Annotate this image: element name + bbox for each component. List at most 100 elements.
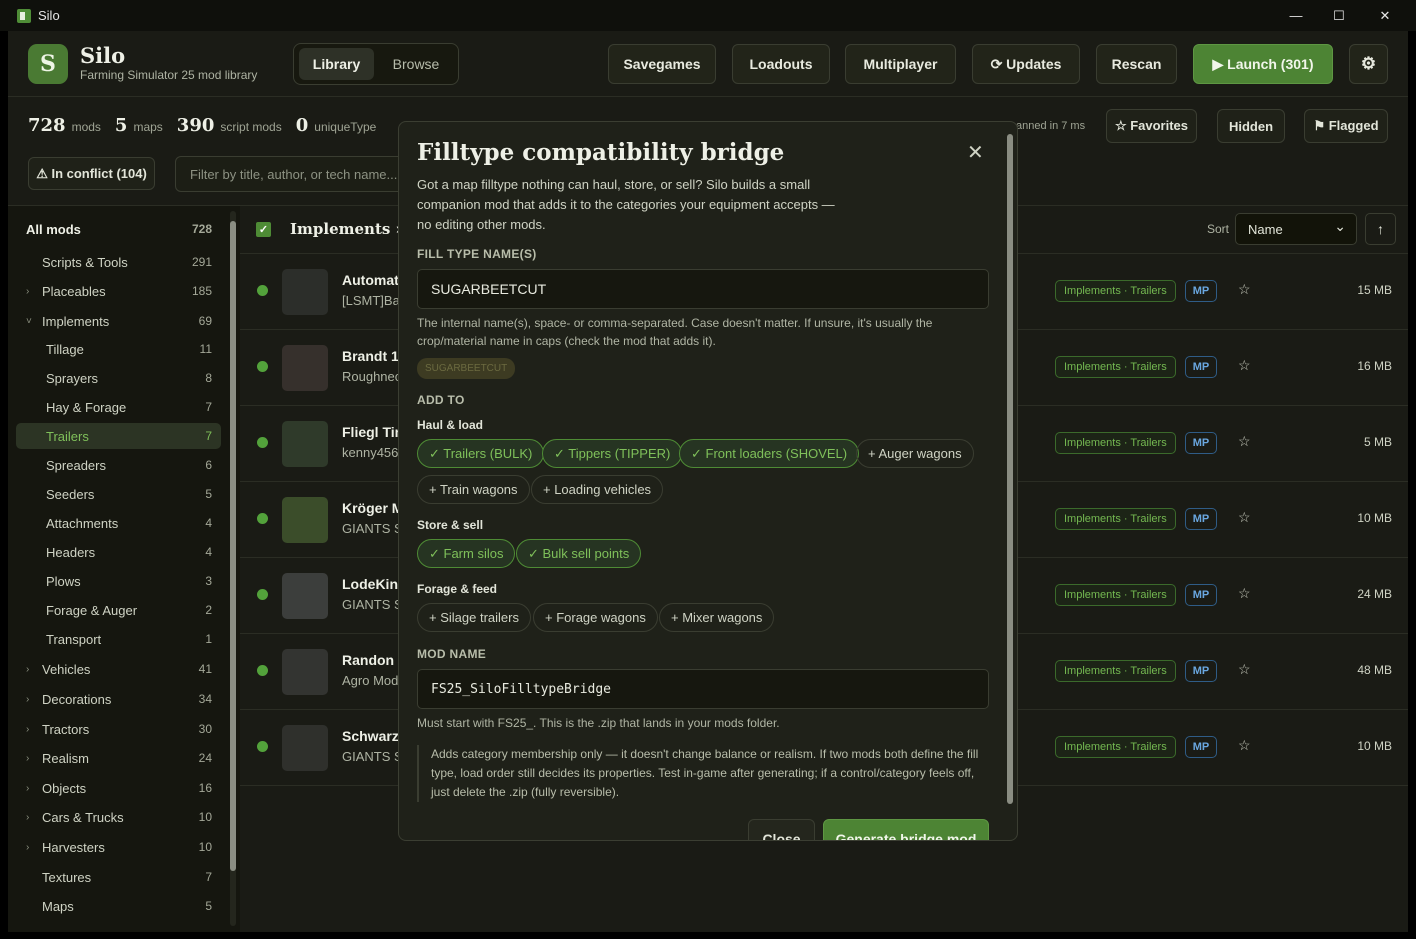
sidebar-item-label: Scripts & Tools	[42, 254, 128, 270]
sidebar-item[interactable]: › Realism 24	[16, 745, 221, 771]
maximize-button[interactable]: ☐	[1316, 0, 1362, 31]
sidebar-item-label: Trailers	[46, 428, 89, 444]
sidebar-item[interactable]: › Vehicles 41	[16, 656, 221, 682]
category-tag[interactable]: Implements · Trailers	[1055, 660, 1176, 682]
launch-button[interactable]: ▶ Launch (301)	[1193, 44, 1333, 84]
sort-select[interactable]: Name	[1235, 213, 1357, 245]
sidebar-item[interactable]: Attachments 4	[16, 510, 221, 536]
sidebar-item[interactable]: Hay & Forage 7	[16, 394, 221, 420]
chip-farm-silos[interactable]: ✓ Farm silos	[417, 539, 516, 568]
category-tag[interactable]: Implements · Trailers	[1055, 736, 1176, 758]
sidebar-item[interactable]: › Harvesters 10	[16, 834, 221, 860]
chevron-icon[interactable]: ˅	[26, 316, 32, 327]
mod-name-input[interactable]: FS25_SiloFilltypeBridge	[417, 669, 989, 709]
status-dot	[257, 513, 268, 524]
search-input[interactable]: Filter by title, author, or tech name...	[175, 156, 425, 192]
forage-feed-label: Forage & feed	[417, 582, 498, 596]
chevron-icon[interactable]: ›	[26, 286, 29, 297]
sidebar-item[interactable]: › Objects 16	[16, 775, 221, 801]
category-tag[interactable]: Implements · Trailers	[1055, 356, 1176, 378]
sidebar-item[interactable]: › Cars & Trucks 10	[16, 804, 221, 830]
app-logo: S	[28, 44, 68, 84]
sidebar-scrollbar[interactable]	[230, 211, 236, 926]
sidebar-item[interactable]: Textures 7	[16, 864, 221, 890]
hidden-filter[interactable]: Hidden	[1217, 109, 1285, 143]
minimize-button[interactable]: —	[1273, 0, 1319, 31]
sidebar-item[interactable]: Headers 4	[16, 539, 221, 565]
chip-trailers-bulk[interactable]: ✓ Trailers (BULK)	[417, 439, 545, 468]
multiplayer-button[interactable]: Multiplayer	[845, 44, 956, 84]
tab-browse[interactable]: Browse	[378, 48, 454, 80]
sidebar-item[interactable]: › Decorations 34	[16, 686, 221, 712]
sidebar-item-count: 8	[205, 371, 212, 385]
sidebar-item-count: 5	[205, 899, 212, 913]
chip-front-loaders[interactable]: ✓ Front loaders (SHOVEL)	[679, 439, 860, 468]
fill-type-input[interactable]: SUGARBEETCUT	[417, 269, 989, 309]
sidebar-item[interactable]: Seeders 5	[16, 481, 221, 507]
category-tag[interactable]: Implements · Trailers	[1055, 280, 1176, 302]
flagged-filter[interactable]: ⚑ Flagged	[1304, 109, 1388, 143]
loadouts-button[interactable]: Loadouts	[732, 44, 830, 84]
sidebar-item[interactable]: Tillage 11	[16, 336, 221, 362]
chip-bulk-sell-points[interactable]: ✓ Bulk sell points	[516, 539, 642, 568]
sidebar-item[interactable]: › Placeables 185	[16, 278, 221, 304]
sidebar-item[interactable]: Spreaders 6	[16, 452, 221, 478]
sidebar-item[interactable]: Forage & Auger 2	[16, 597, 221, 623]
sidebar-item[interactable]: ˅ Implements 69	[16, 308, 221, 334]
sidebar-item-count: 16	[198, 781, 212, 795]
tab-library[interactable]: Library	[299, 48, 374, 80]
favorite-star-icon[interactable]: ☆	[1238, 661, 1251, 678]
chip-forage-wagons[interactable]: + Forage wagons	[533, 603, 658, 632]
favorite-star-icon[interactable]: ☆	[1238, 737, 1251, 754]
favorite-star-icon[interactable]: ☆	[1238, 281, 1251, 298]
category-tag[interactable]: Implements · Trailers	[1055, 508, 1176, 530]
chevron-icon[interactable]: ›	[26, 724, 29, 735]
sidebar-item-all[interactable]: All mods 728	[16, 216, 221, 242]
sidebar-item[interactable]: Transport 1	[16, 626, 221, 652]
dialog-scrollbar[interactable]	[1007, 134, 1013, 804]
chevron-icon[interactable]: ›	[26, 694, 29, 705]
chip-loading-vehicles[interactable]: + Loading vehicles	[531, 475, 664, 504]
rescan-button[interactable]: Rescan	[1096, 44, 1177, 84]
sort-direction-button[interactable]: ↑	[1365, 213, 1396, 245]
favorite-star-icon[interactable]: ☆	[1238, 433, 1251, 450]
favorite-star-icon[interactable]: ☆	[1238, 509, 1251, 526]
close-window-button[interactable]: ✕	[1362, 0, 1408, 31]
sidebar-item[interactable]: Sprayers 8	[16, 365, 221, 391]
chip-auger-wagons[interactable]: + Auger wagons	[856, 439, 974, 468]
sidebar-item[interactable]: Trailers 7	[16, 423, 221, 449]
chip-silage-trailers[interactable]: + Silage trailers	[417, 603, 531, 632]
mod-thumbnail	[282, 725, 328, 771]
close-button[interactable]: Close	[748, 819, 815, 840]
favorite-star-icon[interactable]: ☆	[1238, 357, 1251, 374]
chevron-icon[interactable]: ›	[26, 812, 29, 823]
savegames-button[interactable]: Savegames	[608, 44, 716, 84]
sidebar-item[interactable]: Maps 5	[16, 893, 221, 919]
library-stats: 728 mods 5 maps 390 script mods 0 uniqueType	[28, 115, 390, 136]
sidebar-item[interactable]: Plows 3	[16, 568, 221, 594]
chip-mixer-wagons[interactable]: + Mixer wagons	[659, 603, 775, 632]
mod-size: 15 MB	[1357, 283, 1392, 297]
close-icon[interactable]: ✕	[967, 140, 984, 165]
mod-author: Agro Mod	[342, 673, 399, 688]
category-tag[interactable]: Implements · Trailers	[1055, 432, 1176, 454]
updates-button[interactable]: ⟳ Updates	[972, 44, 1080, 84]
favorite-star-icon[interactable]: ☆	[1238, 585, 1251, 602]
generate-bridge-button[interactable]: Generate bridge mod	[823, 819, 989, 840]
sidebar-item[interactable]: › Tractors 30	[16, 716, 221, 742]
mod-size: 24 MB	[1357, 587, 1392, 601]
category-tag[interactable]: Implements · Trailers	[1055, 584, 1176, 606]
chevron-icon[interactable]: ›	[26, 664, 29, 675]
sidebar-item[interactable]: Scripts & Tools 291	[16, 249, 221, 275]
sidebar-item-count: 291	[191, 255, 212, 269]
chip-train-wagons[interactable]: + Train wagons	[417, 475, 530, 504]
chevron-icon[interactable]: ›	[26, 753, 29, 764]
chevron-icon[interactable]: ›	[26, 842, 29, 853]
chip-tippers[interactable]: ✓ Tippers (TIPPER)	[542, 439, 683, 468]
conflict-filter[interactable]: ⚠ In conflict (104)	[28, 157, 155, 190]
favorites-filter[interactable]: ☆ Favorites	[1106, 109, 1197, 143]
select-all-checkbox[interactable]: ✓	[256, 222, 271, 237]
settings-gear-icon[interactable]: ⚙	[1349, 44, 1388, 84]
mod-name: LodeKing	[342, 576, 407, 592]
chevron-icon[interactable]: ›	[26, 783, 29, 794]
